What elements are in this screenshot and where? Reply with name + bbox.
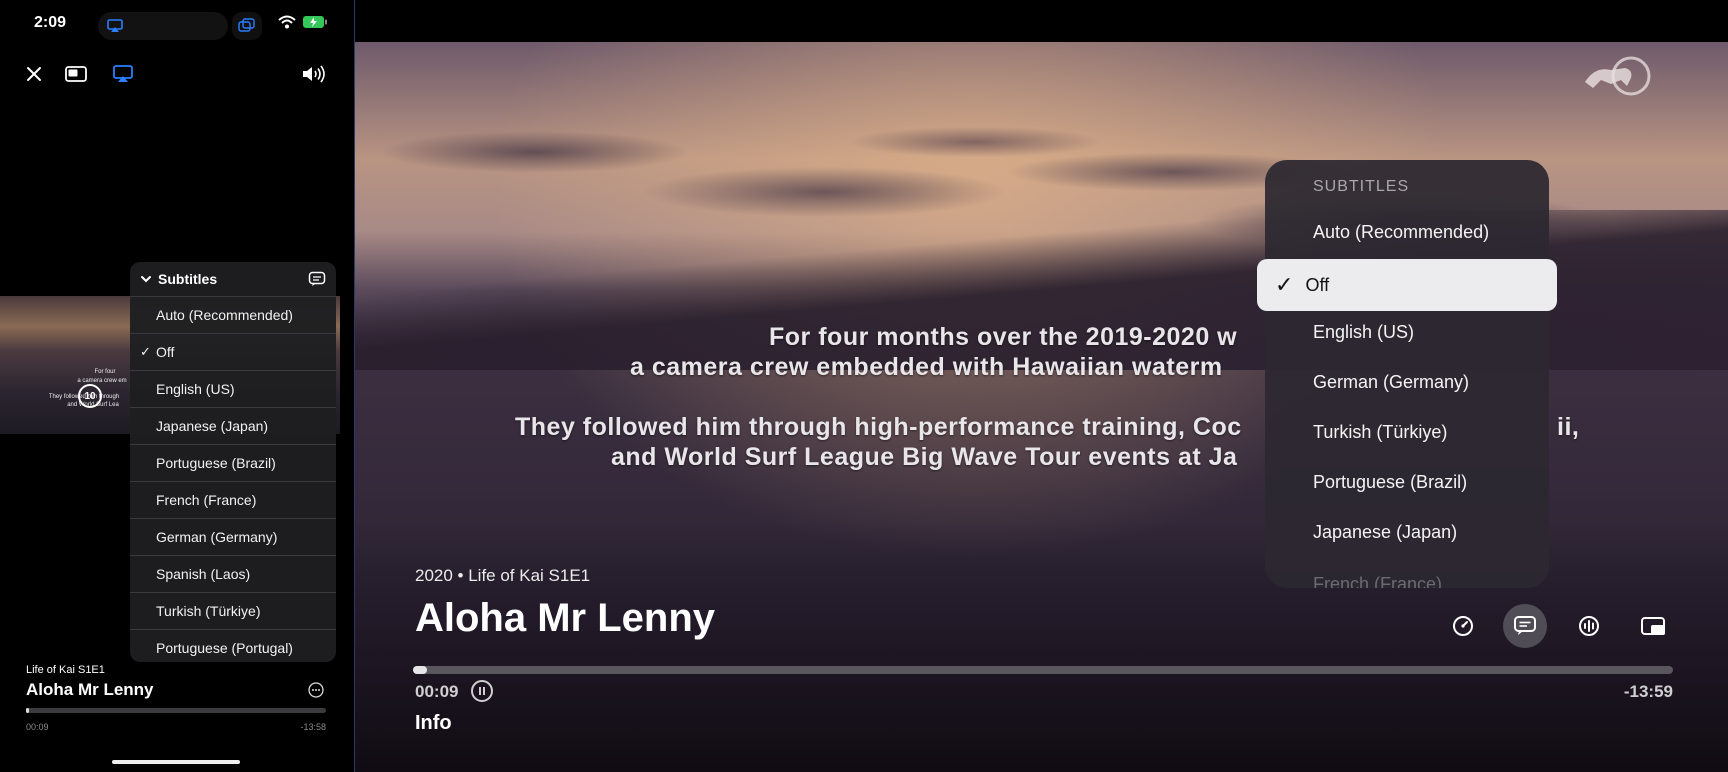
episode-title: Aloha Mr Lenny [415,596,716,640]
subtitle-option-label: German (Germany) [156,529,278,545]
tv-player: For four months over the 2019-2020 w a c… [354,0,1728,772]
screen-mirror-icon [238,18,255,32]
audio-icon [1579,616,1599,636]
close-icon [27,67,41,81]
tv-remaining-time: -13:59 [1623,682,1673,701]
battery-charging-icon [303,16,327,28]
subtitle-option[interactable]: Portuguese (Brazil) [130,444,336,481]
home-indicator[interactable] [112,760,240,764]
subtitle-option[interactable]: Japanese (Japan) [130,407,336,444]
subtitle-line: a camera crew embedded with Hawaiian wat… [630,353,1223,381]
more-options-icon[interactable] [308,682,324,698]
episode-meta: 2020 • Life of Kai S1E1 [415,566,591,585]
tv-subtitle-option[interactable]: Japanese (Japan) [1313,522,1457,543]
chevron-down-icon [141,276,151,283]
now-playing-series: Life of Kai S1E1 [26,664,105,676]
subtitle-option-label: Turkish (Türkiye) [156,603,261,619]
tv-subtitle-option[interactable]: Portuguese (Brazil) [1313,472,1467,493]
subtitle-option-label: English (US) [156,381,235,397]
skip-back-label: 10 [84,390,96,402]
subtitle-line: They followed him through high-performan… [515,413,1242,441]
pip-icon [1641,617,1665,635]
pip-icon [65,66,87,82]
subtitle-option-label: Spanish (Laos) [156,566,251,582]
pause-button[interactable] [471,680,493,702]
subtitle-option[interactable]: English (US) [130,370,336,407]
status-pill [98,12,228,40]
subtitle-option-label: French (France) [156,492,257,508]
subtitles-icon [308,271,326,286]
pause-icon [479,687,485,695]
tv-subtitle-option-label: Off [1305,274,1330,295]
subtitles-menu: Subtitles Auto (Recommended) ✓ Off English … [130,262,336,662]
audio-button[interactable] [1567,604,1611,648]
subtitle-option[interactable]: ✓ Off [130,333,336,370]
subtitle-option[interactable]: Portuguese (Portugal) [130,629,336,662]
subtitle-option-label: Japanese (Japan) [156,418,269,434]
tv-subtitle-option[interactable]: Turkish (Türkiye) [1313,422,1447,443]
close-button[interactable] [20,60,48,88]
tv-subtitles-menu-header: SUBTITLES [1313,178,1410,195]
tv-subtitle-option-selected[interactable]: ✓ Off [1257,259,1557,311]
subtitle-option-label: Off [156,344,175,360]
subtitle-option[interactable]: French (France) [130,481,336,518]
subtitle-line: and World Surf League Big Wave Tour even… [611,443,1238,471]
checkmark-icon: ✓ [1275,272,1294,297]
red-bull-logo [1585,56,1651,96]
tv-subtitle-option[interactable]: English (US) [1313,322,1414,343]
pip-button[interactable] [62,60,90,88]
tv-subtitle-option[interactable]: Auto (Recommended) [1313,222,1489,243]
progress-fill [26,708,30,713]
subtitle-option-label: Portuguese (Portugal) [156,640,293,656]
volume-icon [303,65,325,83]
subtitle-line: For four months over the 2019-2020 w [769,323,1238,351]
tv-progress-track[interactable] [413,666,1673,674]
tv-elapsed-time: 00:09 [415,682,459,701]
airplay-icon [113,65,133,82]
subtitle-option[interactable]: Turkish (Türkiye) [130,592,336,629]
subtitle-option-label: Portuguese (Brazil) [156,455,276,471]
phone-screen: 2:09 For four a camera crew em They foll… [0,0,352,772]
subtitles-button[interactable] [1503,604,1547,648]
subtitle-option-label: Auto (Recommended) [156,307,293,323]
wifi-icon [278,15,296,29]
remaining-time: -13:58 [300,722,326,732]
tv-progress-fill [413,666,427,674]
tv-subtitle-option[interactable]: French (France) [1313,574,1442,588]
skip-back-button[interactable]: 10 [78,384,102,408]
pip-button[interactable] [1631,604,1675,648]
progress-track[interactable] [26,708,326,713]
playback-speed-button[interactable] [1441,604,1485,648]
subtitle-option[interactable]: Spanish (Laos) [130,555,336,592]
subtitle-option[interactable]: Auto (Recommended) [130,296,336,333]
now-playing-title: Aloha Mr Lenny [26,680,154,699]
subtitle-option[interactable]: German (Germany) [130,518,336,555]
status-time: 2:09 [34,14,67,31]
checkmark-icon: ✓ [140,344,151,359]
tv-subtitles-menu: SUBTITLES Auto (Recommended) English (US)… [1265,160,1549,588]
tv-subtitle-option[interactable]: German (Germany) [1313,372,1469,393]
speed-icon [1453,616,1473,636]
subtitle-line-tail: ii, [1557,413,1580,441]
info-tab[interactable]: Info [415,712,452,735]
airplay-status-icon [107,19,123,32]
subtitles-icon [1514,616,1536,635]
subtitles-menu-title: Subtitles [158,271,218,287]
airplay-button[interactable] [109,60,137,88]
subtitles-menu-header[interactable]: Subtitles [130,262,336,296]
screen-mirror-status [232,12,262,40]
volume-button[interactable] [300,60,328,88]
elapsed-time: 00:09 [26,722,49,732]
